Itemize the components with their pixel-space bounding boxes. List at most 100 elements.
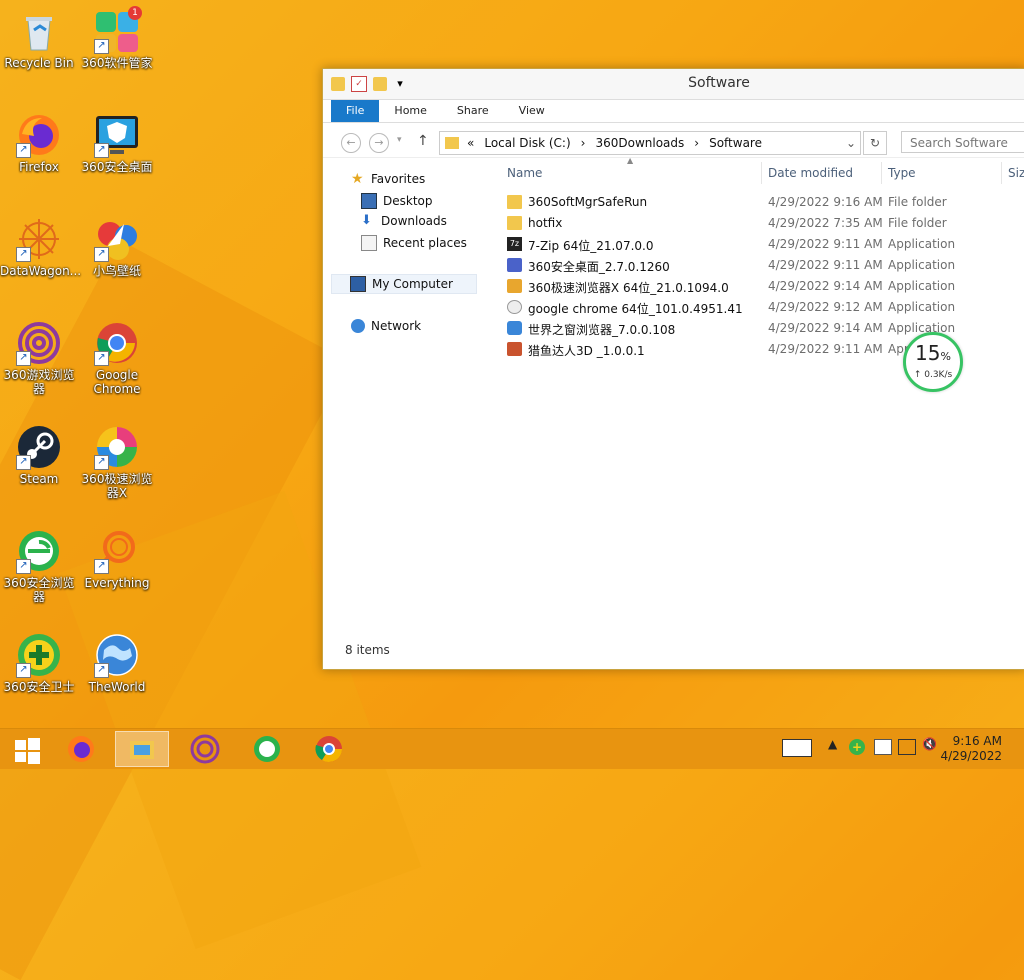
column-header-date-modified[interactable]: Date modified: [768, 166, 853, 180]
volume-muted-icon[interactable]: 🔇: [922, 737, 937, 751]
desktop-icon-label: 小鸟壁纸: [92, 264, 141, 278]
7zip-icon: 7z: [507, 237, 522, 251]
breadcrumb-separator-icon[interactable]: ›: [694, 136, 699, 150]
column-separator[interactable]: [881, 162, 882, 184]
computer-icon: [350, 276, 366, 292]
shortcut-arrow-icon: ↗: [94, 39, 109, 54]
file-row[interactable]: 360安全桌面_2.7.0.1260 4/29/2022 9:11 AM App…: [507, 255, 1024, 276]
shortcut-arrow-icon: ↗: [16, 559, 31, 574]
desktop-icon-label: Everything: [84, 576, 150, 590]
file-row[interactable]: hotfix 4/29/2022 7:35 AM File folder: [507, 213, 1024, 234]
firefox-icon: [68, 736, 94, 762]
keyboard-icon[interactable]: [782, 739, 812, 757]
nav-network[interactable]: Network: [351, 319, 421, 333]
shortcut-arrow-icon: ↗: [94, 455, 109, 470]
desktop-icon-google-chrome[interactable]: ↗ Google Chrome: [78, 316, 156, 396]
taskbar-firefox[interactable]: [54, 731, 108, 767]
desktop-icon-label: Google Chrome: [93, 368, 141, 396]
download-icon: ⬇: [361, 213, 372, 228]
start-button[interactable]: [0, 731, 54, 767]
nav-label: Downloads: [381, 214, 447, 228]
title-bar[interactable]: ✓ ▾ Software: [323, 69, 1024, 100]
everything-icon: ↗: [94, 528, 140, 574]
taskbar-360-safe-browser[interactable]: [240, 731, 294, 767]
address-bar-row: ← → ▾ ↑ « Local Disk (C:) › 360Downloads…: [323, 123, 1024, 158]
file-type: Application: [888, 279, 956, 293]
nav-desktop[interactable]: Desktop: [361, 193, 433, 209]
folder-icon: [507, 216, 522, 230]
breadcrumb-360downloads[interactable]: 360Downloads: [595, 136, 684, 150]
desktop-icon-everything[interactable]: ↗ Everything: [78, 524, 156, 590]
breadcrumb-overflow[interactable]: «: [467, 136, 474, 150]
desktop-icon-360-game-browser[interactable]: ↗ 360游戏浏览器: [0, 316, 78, 396]
file-date: 4/29/2022 9:11 AM: [768, 237, 883, 251]
shortcut-arrow-icon: ↗: [16, 455, 31, 470]
desktop-icon-360-safeguard[interactable]: ↗ 360安全卫士: [0, 628, 78, 694]
notification-badge: 1: [128, 6, 142, 20]
tab-file[interactable]: File: [331, 100, 380, 122]
desktop-icon-theworld[interactable]: ↗ TheWorld: [78, 628, 156, 694]
taskbar-chrome[interactable]: [302, 731, 356, 767]
column-header-size[interactable]: Size: [1008, 166, 1024, 180]
search-input[interactable]: Search Software: [901, 131, 1024, 153]
recent-locations-icon[interactable]: ▾: [397, 135, 402, 145]
chevron-down-icon[interactable]: ⌄: [846, 136, 856, 150]
column-separator[interactable]: [761, 162, 762, 184]
tab-home[interactable]: Home: [379, 100, 441, 122]
nav-label: Favorites: [371, 172, 426, 186]
file-row[interactable]: google chrome 64位_101.0.4951.41 4/29/202…: [507, 297, 1024, 318]
breadcrumb-software[interactable]: Software: [709, 136, 762, 150]
theworld-icon: ↗: [94, 632, 140, 678]
taskbar-360-game-browser[interactable]: [178, 731, 232, 767]
address-breadcrumb[interactable]: « Local Disk (C:) › 360Downloads › Softw…: [439, 131, 861, 155]
file-type: Application: [888, 300, 956, 314]
file-row[interactable]: 360极速浏览器X 64位_21.0.1094.0 4/29/2022 9:14…: [507, 276, 1024, 297]
network-speed-widget[interactable]: 15% ↑ 0.3K/s: [903, 332, 963, 392]
file-date: 4/29/2022 7:35 AM: [768, 216, 883, 230]
show-hidden-icons-icon[interactable]: ▲: [828, 737, 837, 751]
nav-my-computer[interactable]: My Computer: [331, 274, 477, 294]
360-safeguard-tray-icon[interactable]: +: [849, 739, 865, 755]
breadcrumb-separator-icon[interactable]: ›: [581, 136, 586, 150]
file-row[interactable]: 7z 7-Zip 64位_21.07.0.0 4/29/2022 9:11 AM…: [507, 234, 1024, 255]
firefox-icon: ↗: [16, 112, 62, 158]
speed-percent: 15: [915, 341, 941, 365]
nav-recent-places[interactable]: Recent places: [361, 235, 467, 251]
forward-button[interactable]: →: [369, 133, 389, 153]
desktop-icon-datawagon[interactable]: ↗ DataWagon...: [0, 212, 81, 278]
taskbar-clock[interactable]: 9:16 AM 4/29/2022: [940, 734, 1002, 764]
desktop-icon-label: Firefox: [19, 160, 59, 174]
column-header-name[interactable]: Name: [507, 166, 542, 180]
360-safe-browser-icon: ↗: [16, 528, 62, 574]
desktop-icon-bird-wallpaper[interactable]: ↗ 小鸟壁纸: [78, 212, 156, 278]
action-center-icon[interactable]: [874, 739, 892, 755]
column-header-type[interactable]: Type: [888, 166, 916, 180]
network-tray-icon[interactable]: [898, 739, 916, 755]
breadcrumb-local-disk[interactable]: Local Disk (C:): [484, 136, 570, 150]
360desk-icon: [507, 258, 522, 272]
tab-view[interactable]: View: [504, 100, 560, 122]
desktop-icon-firefox[interactable]: ↗ Firefox: [0, 108, 78, 174]
refresh-button[interactable]: ↻: [863, 131, 887, 155]
desktop-icon-360-softmgr[interactable]: 1 ↗ 360软件管家: [78, 4, 156, 70]
up-arrow-icon[interactable]: ↑: [417, 133, 429, 149]
file-row[interactable]: 360SoftMgrSafeRun 4/29/2022 9:16 AM File…: [507, 192, 1024, 213]
desktop-icon-360-safe-browser[interactable]: ↗ 360安全浏览器: [0, 524, 78, 604]
desktop-icon-recycle-bin[interactable]: Recycle Bin: [0, 4, 78, 70]
taskbar-file-explorer[interactable]: [115, 731, 169, 767]
theworld-icon: [507, 321, 522, 335]
chrome-icon: [315, 736, 343, 763]
360-desktop-icon: ↗: [94, 112, 140, 158]
steam-icon: ↗: [16, 424, 62, 470]
desktop-icon-steam[interactable]: ↗ Steam: [0, 420, 78, 486]
tab-share[interactable]: Share: [442, 100, 504, 122]
desktop-icon-360-desktop[interactable]: ↗ 360安全桌面: [78, 108, 156, 174]
nav-favorites[interactable]: ★ Favorites: [351, 172, 425, 186]
folder-icon: [445, 137, 459, 149]
column-separator[interactable]: [1001, 162, 1002, 184]
desktop-icon-360-extreme-browser[interactable]: ↗ 360极速浏览器X: [78, 420, 156, 500]
shortcut-arrow-icon: ↗: [16, 143, 31, 158]
nav-downloads[interactable]: ⬇ Downloads: [361, 213, 447, 229]
back-button[interactable]: ←: [341, 133, 361, 153]
file-date: 4/29/2022 9:11 AM: [768, 342, 883, 356]
